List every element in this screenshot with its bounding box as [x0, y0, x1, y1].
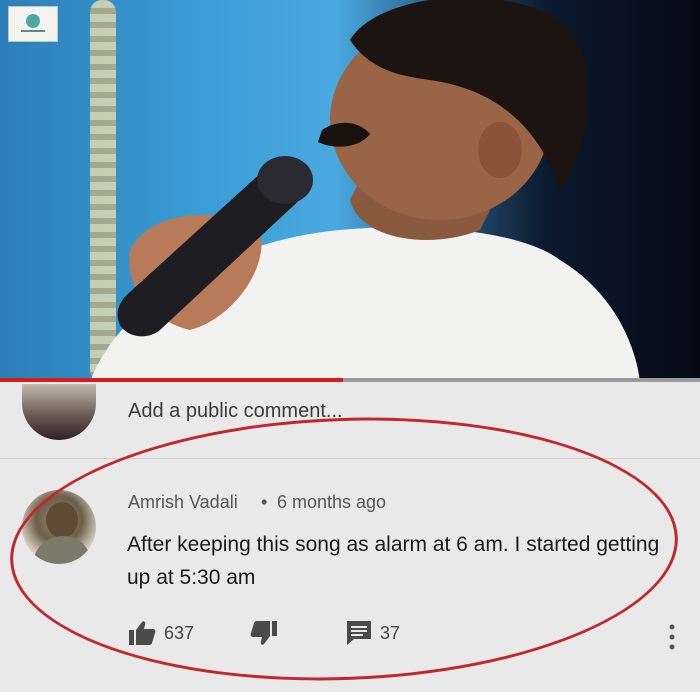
meta-separator: •: [261, 492, 268, 512]
comment-thread-item: Amrish Vadali • 6 months ago After keepi…: [0, 470, 700, 663]
add-comment-row: [0, 384, 700, 459]
dislike-button[interactable]: [250, 620, 278, 646]
thumbs-up-icon: [129, 621, 156, 645]
reply-count: 37: [380, 622, 401, 643]
more-vertical-icon[interactable]: [668, 622, 676, 652]
comment-timestamp[interactable]: 6 months ago: [277, 492, 386, 513]
video-player[interactable]: [0, 0, 700, 382]
like-button[interactable]: 637: [128, 620, 194, 646]
comment-author-name[interactable]: Amrish Vadali: [128, 492, 238, 513]
avatar[interactable]: [22, 384, 96, 440]
thumbs-down-icon: [250, 621, 277, 645]
comment-input[interactable]: [128, 396, 648, 426]
video-progress-fill: [0, 378, 343, 382]
like-count: 637: [164, 622, 195, 643]
comment-author-avatar[interactable]: [22, 490, 96, 564]
comment-text: After keeping this song as alarm at 6 am…: [127, 533, 660, 589]
video-frame-singer: [90, 0, 640, 382]
reply-icon: [347, 621, 371, 645]
video-progress-bar[interactable]: [0, 378, 700, 382]
channel-logo: [8, 6, 58, 42]
reply-button[interactable]: 37: [346, 620, 400, 646]
